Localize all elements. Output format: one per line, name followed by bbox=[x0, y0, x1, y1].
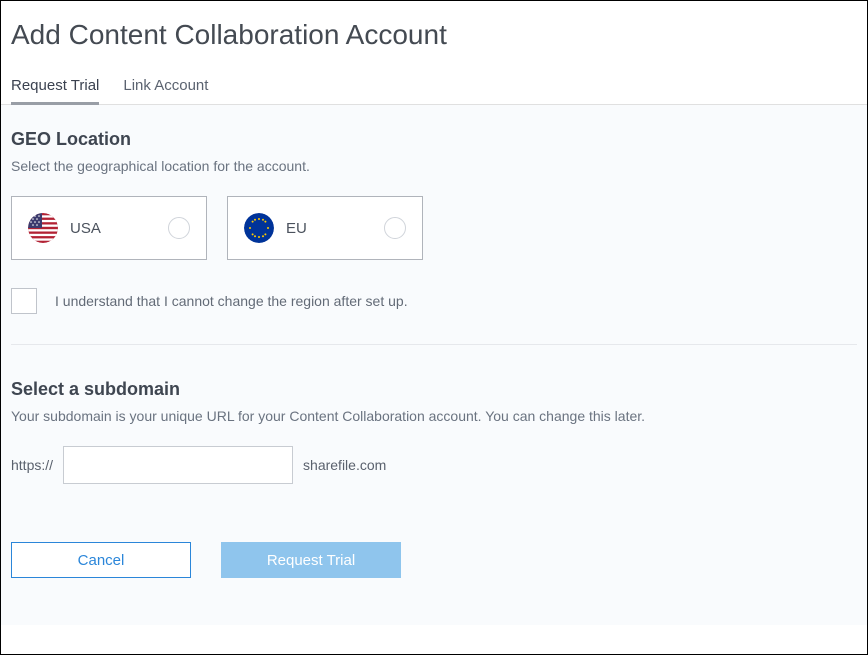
geo-confirm-row: I understand that I cannot change the re… bbox=[11, 288, 857, 314]
subdomain-input[interactable] bbox=[63, 446, 293, 484]
geo-option-usa-label: USA bbox=[70, 220, 101, 237]
flag-usa-icon bbox=[28, 213, 58, 243]
geo-confirm-checkbox[interactable] bbox=[11, 288, 37, 314]
action-buttons: Cancel Request Trial bbox=[11, 542, 857, 578]
cancel-button[interactable]: Cancel bbox=[11, 542, 191, 578]
geo-section-title: GEO Location bbox=[11, 129, 857, 150]
flag-eu-icon bbox=[244, 213, 274, 243]
geo-section-desc: Select the geographical location for the… bbox=[11, 158, 857, 174]
tab-link-account[interactable]: Link Account bbox=[123, 77, 208, 104]
geo-confirm-label: I understand that I cannot change the re… bbox=[55, 293, 408, 309]
geo-option-eu-label: EU bbox=[286, 220, 307, 237]
geo-option-usa-radio[interactable] bbox=[168, 217, 190, 239]
page-title: Add Content Collaboration Account bbox=[1, 1, 867, 51]
section-divider bbox=[11, 344, 857, 345]
subdomain-section-desc: Your subdomain is your unique URL for yo… bbox=[11, 408, 857, 424]
content-panel: GEO Location Select the geographical loc… bbox=[1, 105, 867, 625]
tabs: Request Trial Link Account bbox=[1, 51, 867, 105]
tab-request-trial[interactable]: Request Trial bbox=[11, 77, 99, 104]
subdomain-suffix: sharefile.com bbox=[303, 457, 386, 473]
request-trial-button[interactable]: Request Trial bbox=[221, 542, 401, 578]
geo-option-eu[interactable]: EU bbox=[227, 196, 423, 260]
subdomain-section-title: Select a subdomain bbox=[11, 379, 857, 400]
geo-option-eu-radio[interactable] bbox=[384, 217, 406, 239]
subdomain-prefix: https:// bbox=[11, 457, 53, 473]
geo-options: USA bbox=[11, 196, 857, 260]
geo-option-usa[interactable]: USA bbox=[11, 196, 207, 260]
subdomain-row: https:// sharefile.com bbox=[11, 446, 857, 484]
